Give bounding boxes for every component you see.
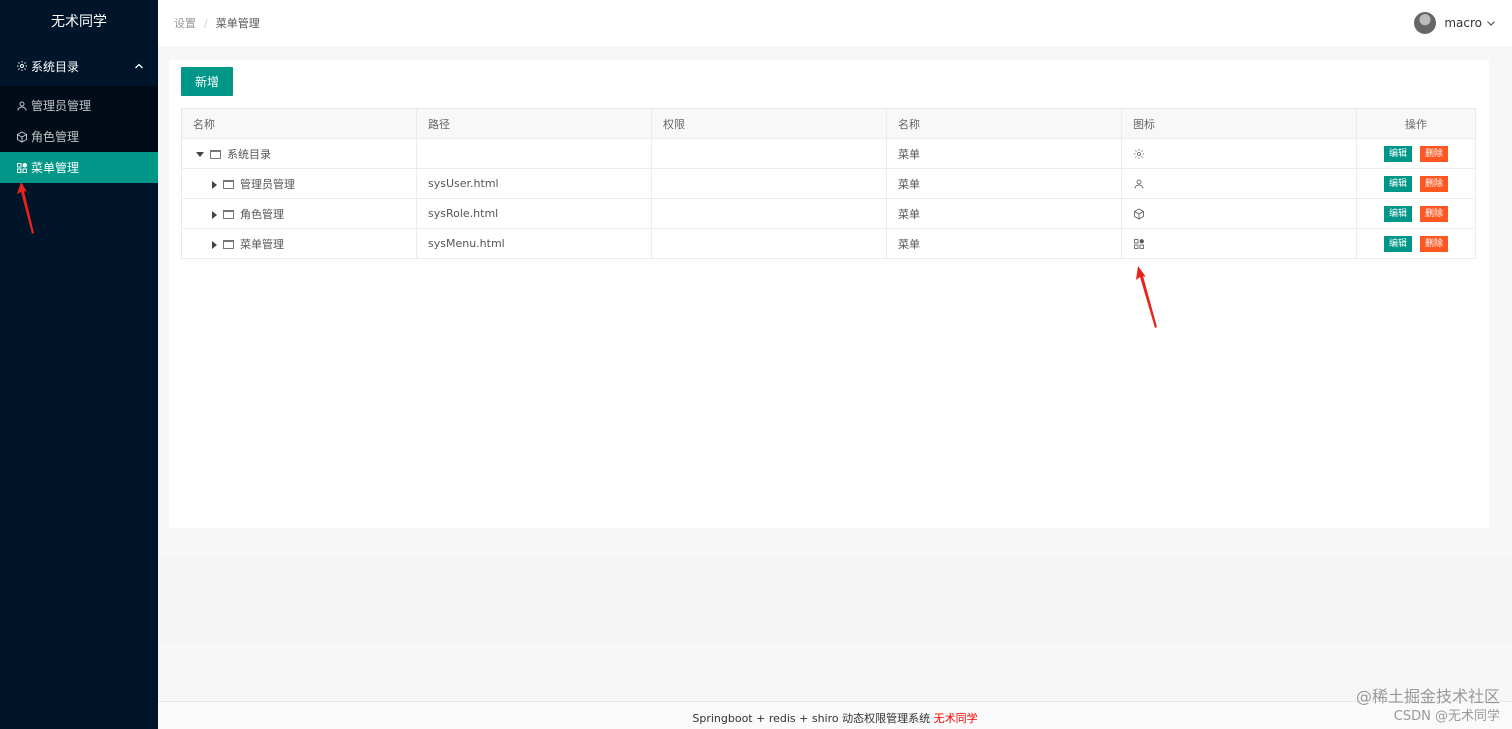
row-icon-cell <box>1121 138 1357 169</box>
edit-button[interactable]: 编辑 <box>1384 235 1412 252</box>
row-name: 角色管理 <box>240 207 284 221</box>
table-row: 管理员管理 sysUser.html 菜单 编辑 删除 <box>181 168 1476 199</box>
user-menu[interactable]: macro <box>1414 12 1496 34</box>
delete-button[interactable]: 删除 <box>1420 205 1448 222</box>
table-row: 菜单管理 sysMenu.html 菜单 编辑 删除 <box>181 228 1476 259</box>
column-header-permission: 权限 <box>651 108 887 139</box>
user-icon <box>17 101 27 111</box>
row-type: 菜单 <box>886 228 1122 259</box>
column-header-icon: 图标 <box>1121 108 1357 139</box>
delete-button[interactable]: 删除 <box>1420 235 1448 252</box>
delete-button[interactable]: 删除 <box>1420 175 1448 192</box>
user-name[interactable]: macro <box>1444 16 1482 30</box>
content-band: 新增 名称 路径 权限 名称 图标 操作 系统目录 菜单 编辑 删除 管理员管理… <box>158 46 1512 556</box>
delete-button[interactable]: 删除 <box>1420 145 1448 162</box>
footer-zone: Springboot + redis + shiro 动态权限管理系统 无术同学… <box>158 644 1512 729</box>
apps-icon <box>17 162 27 173</box>
chevron-down-icon[interactable] <box>1486 18 1496 28</box>
column-header-path: 路径 <box>416 108 652 139</box>
avatar[interactable] <box>1414 12 1437 34</box>
row-type: 菜单 <box>886 198 1122 229</box>
row-permission <box>651 168 887 199</box>
footer-text: Springboot + redis + shiro 动态权限管理系统 <box>692 712 931 725</box>
footer-author: 无术同学 <box>933 712 978 725</box>
row-path <box>416 138 652 169</box>
breadcrumb-separator: / <box>204 16 208 30</box>
menu-group-label: 系统目录 <box>31 59 80 74</box>
window-icon <box>210 150 221 159</box>
row-path: sysMenu.html <box>416 228 652 259</box>
expand-toggle-icon[interactable] <box>212 210 217 219</box>
row-icon-cell <box>1121 168 1357 199</box>
window-icon <box>223 210 234 219</box>
column-header-type: 名称 <box>886 108 1122 139</box>
main-content: 设置 / 菜单管理 macro 新增 名称 路径 权限 名称 图标 操作 系统目… <box>158 0 1512 729</box>
submenu: 管理员管理 角色管理 菜单管理 <box>0 86 158 183</box>
window-icon <box>223 180 234 189</box>
table-header-row: 名称 路径 权限 名称 图标 操作 <box>181 108 1476 139</box>
table-row: 系统目录 菜单 编辑 删除 <box>181 138 1476 169</box>
breadcrumb-current: 菜单管理 <box>215 17 260 30</box>
gear-icon <box>1134 149 1144 159</box>
footer: Springboot + redis + shiro 动态权限管理系统 无术同学 <box>158 701 1512 729</box>
row-type: 菜单 <box>886 168 1122 199</box>
row-type: 菜单 <box>886 138 1122 169</box>
row-name: 系统目录 <box>227 147 271 161</box>
sidebar-item-admin[interactable]: 管理员管理 <box>0 90 158 121</box>
watermark-juejin: @稀土掘金技术社区 <box>1355 687 1500 706</box>
row-icon-cell <box>1121 228 1357 259</box>
annotation-arrow-sidebar <box>17 182 34 234</box>
sidebar-item-label: 菜单管理 <box>31 161 80 175</box>
menu-card: 新增 名称 路径 权限 名称 图标 操作 系统目录 菜单 编辑 删除 管理员管理… <box>169 60 1489 528</box>
row-actions: 编辑 删除 <box>1356 228 1476 259</box>
window-icon <box>223 240 234 249</box>
cube-icon <box>1134 208 1144 220</box>
edit-button[interactable]: 编辑 <box>1384 205 1412 222</box>
chevron-up-icon[interactable] <box>134 61 144 71</box>
column-header-actions: 操作 <box>1356 108 1476 139</box>
add-button[interactable]: 新增 <box>181 67 233 96</box>
row-name: 管理员管理 <box>240 177 295 191</box>
row-name: 菜单管理 <box>240 237 284 251</box>
expand-toggle-icon[interactable] <box>212 240 217 249</box>
user-icon <box>1134 179 1144 189</box>
sidebar: 无术同学 系统目录 管理员管理 角色管理 菜单管理 <box>0 0 158 729</box>
row-actions: 编辑 删除 <box>1356 168 1476 199</box>
edit-button[interactable]: 编辑 <box>1384 145 1412 162</box>
sidebar-item-label: 管理员管理 <box>31 99 92 113</box>
top-header: 设置 / 菜单管理 macro <box>158 0 1512 46</box>
table-row: 角色管理 sysRole.html 菜单 编辑 删除 <box>181 198 1476 229</box>
row-actions: 编辑 删除 <box>1356 138 1476 169</box>
row-path: sysRole.html <box>416 198 652 229</box>
row-icon-cell <box>1121 198 1357 229</box>
menu-table: 名称 路径 权限 名称 图标 操作 系统目录 菜单 编辑 删除 管理员管理 sy… <box>181 108 1476 259</box>
row-permission <box>651 198 887 229</box>
row-path: sysUser.html <box>416 168 652 199</box>
apps-icon <box>1134 239 1144 249</box>
sidebar-item-label: 角色管理 <box>31 130 80 144</box>
cube-icon <box>17 130 27 143</box>
expand-toggle-icon[interactable] <box>212 180 217 189</box>
sidebar-item-role[interactable]: 角色管理 <box>0 121 158 152</box>
collapse-toggle-icon[interactable] <box>196 152 204 157</box>
watermark-csdn: CSDN @无术同学 <box>1393 709 1500 724</box>
row-actions: 编辑 删除 <box>1356 198 1476 229</box>
row-permission <box>651 138 887 169</box>
column-header-name: 名称 <box>181 108 417 139</box>
menu-group-system[interactable]: 系统目录 <box>0 46 158 86</box>
app-logo: 无术同学 <box>51 14 107 30</box>
edit-button[interactable]: 编辑 <box>1384 175 1412 192</box>
row-permission <box>651 228 887 259</box>
breadcrumb-settings[interactable]: 设置 <box>174 15 196 31</box>
annotation-arrow-table <box>1136 266 1157 328</box>
gear-icon <box>17 61 27 71</box>
sidebar-item-menu[interactable]: 菜单管理 <box>0 152 158 183</box>
